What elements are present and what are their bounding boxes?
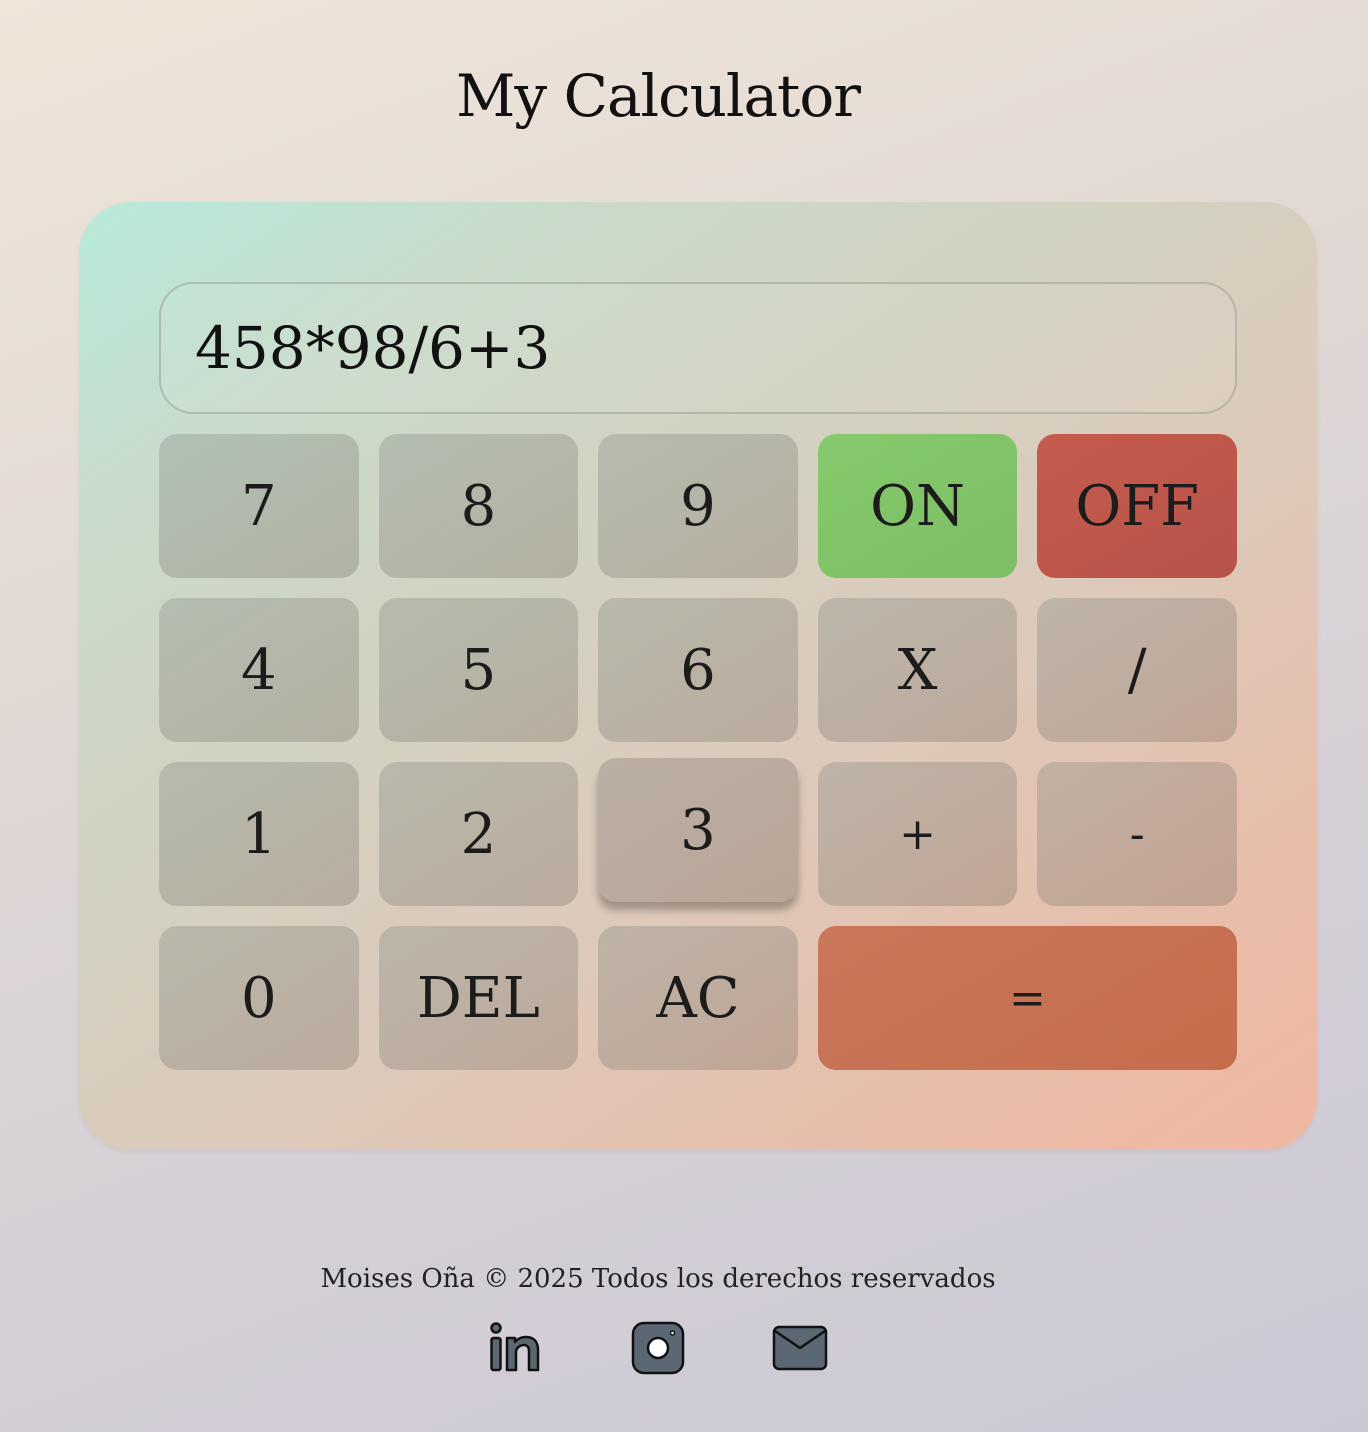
key-7[interactable]: 7: [159, 434, 359, 578]
off-button[interactable]: OFF: [1037, 434, 1237, 578]
on-button[interactable]: ON: [817, 434, 1018, 578]
linkedin-link[interactable]: [488, 1320, 544, 1376]
mail-icon: [772, 1325, 828, 1371]
multiply-button[interactable]: X: [817, 598, 1018, 742]
instagram-link[interactable]: [630, 1320, 686, 1376]
key-5[interactable]: 5: [378, 598, 579, 742]
calculator-panel: 7 8 9 ON OFF 4 5 6 X / 1 2 3 + - 0 DEL A…: [79, 202, 1317, 1150]
plus-button[interactable]: +: [817, 762, 1018, 906]
keypad: 7 8 9 ON OFF 4 5 6 X / 1 2 3 + - 0 DEL A…: [159, 434, 1237, 1070]
email-link[interactable]: [772, 1320, 828, 1376]
key-0[interactable]: 0: [159, 926, 359, 1070]
divide-button[interactable]: /: [1037, 598, 1237, 742]
equals-button[interactable]: =: [817, 926, 1237, 1070]
key-4[interactable]: 4: [159, 598, 359, 742]
footer-copyright: Moises Oña © 2025 Todos los derechos res…: [320, 1264, 996, 1294]
key-8[interactable]: 8: [378, 434, 579, 578]
key-2[interactable]: 2: [378, 762, 579, 906]
minus-button[interactable]: -: [1037, 762, 1237, 906]
calculator-display[interactable]: [159, 282, 1237, 414]
all-clear-button[interactable]: AC: [598, 926, 798, 1070]
delete-button[interactable]: DEL: [378, 926, 579, 1070]
key-1[interactable]: 1: [159, 762, 359, 906]
key-3[interactable]: 3: [598, 758, 798, 902]
instagram-icon: [631, 1321, 685, 1375]
key-6[interactable]: 6: [598, 598, 798, 742]
linkedin-icon: [490, 1322, 540, 1372]
social-links: [0, 1320, 1316, 1376]
key-9[interactable]: 9: [598, 434, 798, 578]
page-title: My Calculator: [455, 62, 861, 130]
